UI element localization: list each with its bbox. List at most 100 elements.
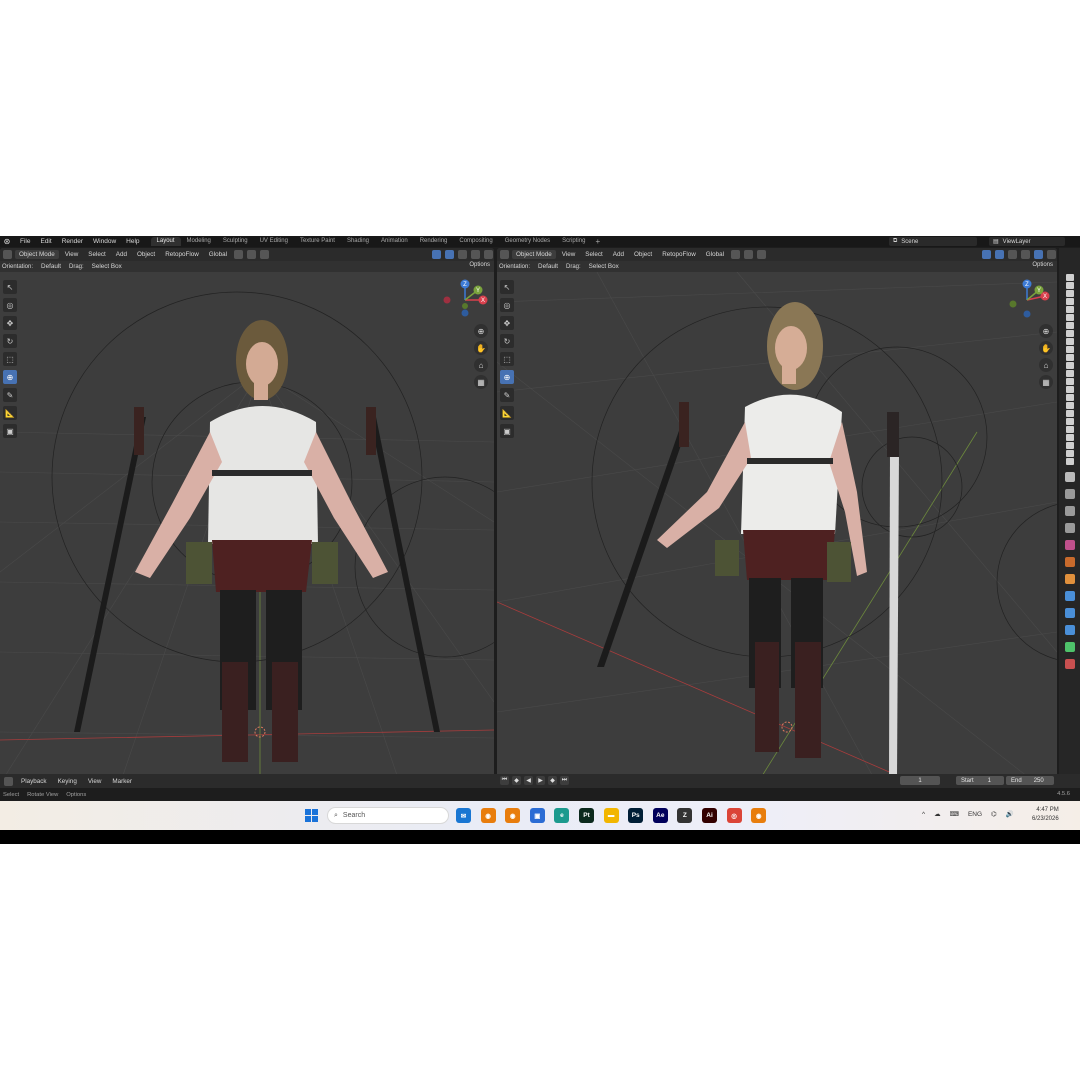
editor-type-icon[interactable]	[3, 250, 12, 259]
camera-icon[interactable]	[1065, 338, 1074, 345]
shading-material-icon[interactable]	[484, 250, 493, 259]
orientation-dropdown-right[interactable]: Default	[534, 262, 562, 271]
camera-icon[interactable]	[1065, 418, 1074, 425]
edge-app-icon[interactable]: e	[554, 808, 570, 823]
menu-window[interactable]: Window	[88, 238, 121, 245]
snap-icon[interactable]	[247, 250, 256, 259]
camera-icon[interactable]	[1065, 386, 1074, 393]
physics-properties-icon[interactable]	[1064, 625, 1075, 635]
measure-tool-icon-right[interactable]: 📐	[500, 406, 514, 420]
overlay-toggle-icon-right[interactable]	[995, 250, 1004, 259]
annotate-tool-icon[interactable]: ✎	[3, 388, 17, 402]
blender-1-app-icon[interactable]: ◉	[480, 808, 496, 823]
menu-view[interactable]: View	[61, 250, 83, 259]
drag-dropdown[interactable]: Select Box	[88, 262, 126, 271]
overlay-toggle-icon[interactable]	[445, 250, 454, 259]
cursor-tool-icon-right[interactable]: ◎	[500, 298, 514, 312]
windows-start-icon[interactable]	[305, 809, 318, 822]
tab-geometry-nodes[interactable]: Geometry Nodes	[499, 237, 556, 246]
camera-icon[interactable]	[1065, 378, 1074, 385]
camera-icon[interactable]	[1065, 450, 1074, 457]
tab-scripting[interactable]: Scripting	[556, 237, 591, 246]
pivot-icon-right[interactable]	[731, 250, 740, 259]
menu-keying[interactable]: Keying	[54, 777, 81, 786]
store-app-icon[interactable]: ▣	[529, 808, 545, 823]
transform-orientation-dropdown[interactable]: Global	[205, 250, 231, 259]
orientation-dropdown[interactable]: Default	[37, 262, 65, 271]
play-reverse-icon[interactable]: ◀	[524, 776, 533, 785]
tab-compositing[interactable]: Compositing	[453, 237, 498, 246]
perspective-grid-icon-right[interactable]: ▦	[1039, 375, 1053, 389]
camera-icon[interactable]	[1065, 442, 1074, 449]
retopoflow-menu-right[interactable]: RetopoFlow	[658, 250, 700, 259]
scale-tool-icon[interactable]: ⬚	[3, 352, 17, 366]
viewport-right[interactable]: Object Mode View Select Add Object Retop…	[497, 248, 1057, 784]
move-tool-icon[interactable]: ✥	[3, 316, 17, 330]
snap-icon-right[interactable]	[744, 250, 753, 259]
camera-icon[interactable]	[1065, 426, 1074, 433]
volume-icon[interactable]: 🔊	[1006, 810, 1014, 818]
proportional-edit-icon-right[interactable]	[757, 250, 766, 259]
ai-app-icon[interactable]: Ai	[702, 808, 717, 823]
camera-icon[interactable]	[1065, 402, 1074, 409]
camera-icon[interactable]	[1065, 458, 1074, 465]
camera-icon[interactable]	[1065, 362, 1074, 369]
tray-overflow-icon[interactable]: ^	[922, 811, 925, 818]
3d-viewport-left[interactable]: ↖ ◎ ✥ ↻ ⬚ ⊕ ✎ 📐 ▣ Z X Y ⊕ ✋ ⌂ ▦	[0, 272, 494, 784]
menu-object[interactable]: Object	[133, 250, 159, 259]
add-workspace-button[interactable]: +	[591, 237, 604, 246]
camera-icon[interactable]	[1065, 330, 1074, 337]
shading-rendered-icon-right[interactable]	[1047, 250, 1056, 259]
camera-icon[interactable]	[1065, 306, 1074, 313]
measure-tool-icon[interactable]: 📐	[3, 406, 17, 420]
transform-orientation-dropdown-right[interactable]: Global	[702, 250, 728, 259]
menu-file[interactable]: File	[15, 238, 35, 245]
xray-icon-right[interactable]	[1008, 250, 1017, 259]
mail-app-icon[interactable]: ✉	[456, 808, 471, 823]
blender-2-app-icon[interactable]: ◉	[505, 808, 521, 823]
menu-object-right[interactable]: Object	[630, 250, 656, 259]
pt-app-icon[interactable]: Pt	[579, 808, 594, 823]
proportional-edit-icon[interactable]	[260, 250, 269, 259]
menu-render[interactable]: Render	[57, 238, 88, 245]
menu-playback[interactable]: Playback	[17, 777, 51, 786]
menu-help[interactable]: Help	[121, 238, 144, 245]
mode-dropdown-right[interactable]: Object Mode	[512, 250, 556, 259]
shading-material-icon-right[interactable]	[1034, 250, 1043, 259]
prev-keyframe-icon[interactable]: ◆	[512, 776, 521, 785]
camera-icon[interactable]	[1065, 322, 1074, 329]
jump-end-icon[interactable]: ⏭	[560, 776, 569, 785]
zoom-icon-right[interactable]: ⊕	[1039, 324, 1053, 338]
drag-dropdown-right[interactable]: Select Box	[585, 262, 623, 271]
select-tool-icon[interactable]: ↖	[3, 280, 17, 294]
gizmo-toggle-icon-right[interactable]	[982, 250, 991, 259]
options-dropdown-right[interactable]: Options	[1032, 262, 1053, 268]
gizmo-toggle-icon[interactable]	[432, 250, 441, 259]
camera-icon[interactable]	[1065, 354, 1074, 361]
scene-properties-icon[interactable]	[1064, 540, 1075, 550]
camera-icon[interactable]	[1065, 410, 1074, 417]
start-frame-field[interactable]: Start 1	[956, 776, 1004, 785]
tab-texture-paint[interactable]: Texture Paint	[294, 237, 341, 246]
tab-animation[interactable]: Animation	[375, 237, 414, 246]
language-indicator[interactable]: ENG	[968, 811, 982, 818]
timeline-editor-icon[interactable]	[4, 776, 13, 786]
end-frame-field[interactable]: End 250	[1006, 776, 1054, 785]
network-icon[interactable]: ⌬	[991, 810, 997, 818]
menu-select[interactable]: Select	[84, 250, 110, 259]
blender-3-app-icon[interactable]: ◉	[751, 808, 767, 823]
camera-icon[interactable]	[1065, 346, 1074, 353]
camera-icon[interactable]	[1065, 290, 1074, 297]
tab-rendering[interactable]: Rendering	[414, 237, 454, 246]
taskbar-clock[interactable]: 4:47 PM 6/23/2026	[1032, 806, 1059, 824]
view-layer-properties-icon[interactable]	[1064, 523, 1075, 533]
ps-app-icon[interactable]: Ps	[628, 808, 644, 823]
move-tool-icon-right[interactable]: ✥	[500, 316, 514, 330]
xray-icon[interactable]	[458, 250, 467, 259]
menu-timeline-view[interactable]: View	[84, 777, 106, 786]
shading-solid-icon[interactable]	[471, 250, 480, 259]
files-app-icon[interactable]: ▬	[603, 808, 619, 823]
tool-properties-icon[interactable]	[1064, 472, 1075, 482]
camera-view-icon-right[interactable]: ⌂	[1039, 358, 1053, 372]
particles-properties-icon[interactable]	[1064, 608, 1075, 618]
